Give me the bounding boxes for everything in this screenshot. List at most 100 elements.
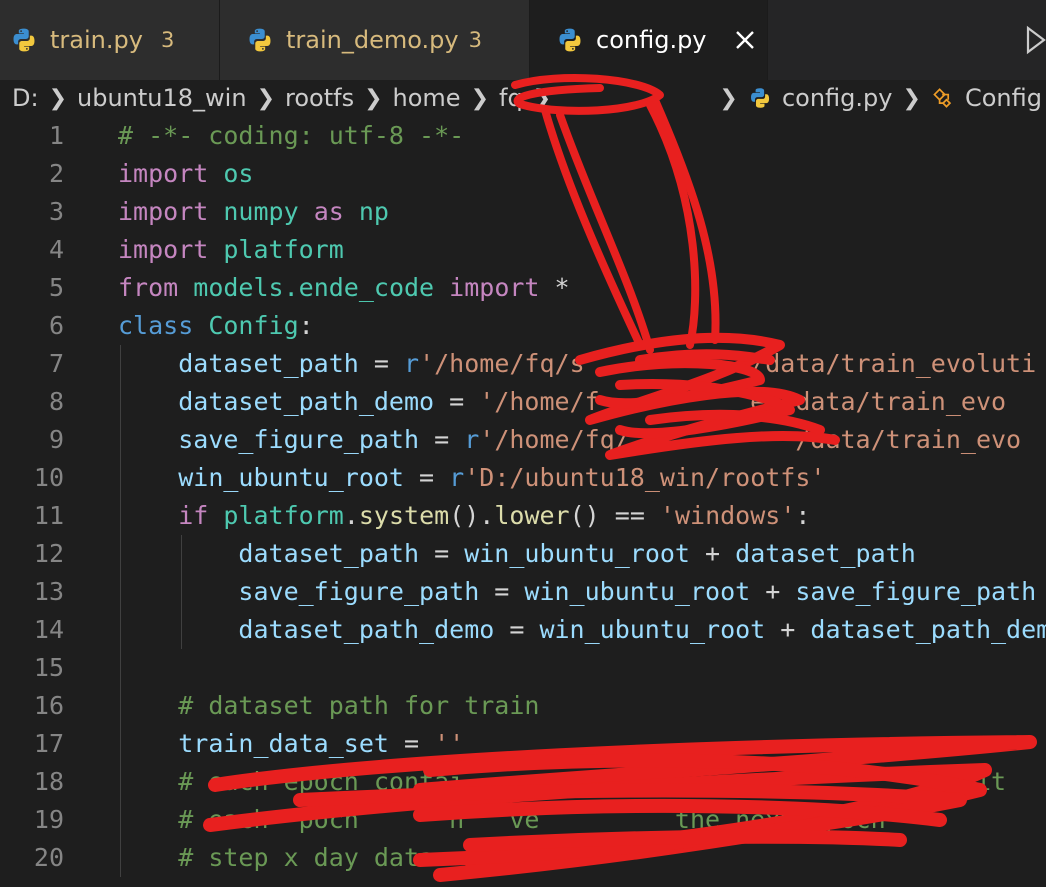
line-number: 9 bbox=[48, 425, 64, 454]
line-number: 2 bbox=[48, 159, 64, 188]
code-token: = bbox=[388, 729, 435, 758]
code-token: dataset_path_demo bbox=[810, 615, 1046, 644]
tab-config-py[interactable]: config.py bbox=[530, 0, 768, 80]
tab-train-py[interactable]: train.py 3 bbox=[0, 0, 220, 80]
code-line[interactable]: 3 import numpy as np bbox=[0, 193, 1046, 231]
code-line[interactable]: 12 dataset_path = win_ubuntu_root + data… bbox=[0, 535, 1046, 573]
code-token: dataset_path bbox=[178, 349, 359, 378]
code-editor[interactable]: 1 # -*- coding: utf-8 -*- 2 import os 3 impor… bbox=[0, 117, 1046, 887]
code-line[interactable]: 20 # step x day data bbox=[0, 839, 1046, 877]
code-text: # each epoch contai fit bbox=[118, 763, 1006, 801]
code-token: save_figure_path bbox=[178, 425, 420, 454]
code-text: # step x day data bbox=[118, 839, 434, 877]
code-token: lower bbox=[494, 501, 570, 530]
code-line[interactable]: 6 class Config: bbox=[0, 307, 1046, 345]
breadcrumb-file[interactable]: config.py bbox=[778, 84, 897, 112]
code-token: : bbox=[795, 501, 811, 530]
breadcrumb-item[interactable]: rootfs bbox=[281, 84, 358, 112]
code-token: dataset_path_demo bbox=[178, 387, 435, 416]
code-line[interactable]: 4 import platform bbox=[0, 231, 1046, 269]
code-token: import bbox=[118, 235, 209, 264]
code-text: save_figure_path = win_ubuntu_root + sav… bbox=[118, 573, 1036, 611]
run-icon[interactable] bbox=[1010, 24, 1046, 56]
code-line[interactable]: 10 win_ubuntu_root = r'D:/ubuntu18_win/r… bbox=[0, 459, 1046, 497]
code-token: import bbox=[118, 197, 209, 226]
code-token: os bbox=[223, 159, 254, 188]
code-token: from bbox=[118, 273, 179, 302]
code-token: dataset_path bbox=[238, 539, 420, 568]
chevron-right-icon: ❯ bbox=[364, 85, 383, 111]
code-token: # -*- coding: utf-8 -*- bbox=[118, 121, 465, 150]
code-line[interactable]: 14 dataset_path_demo = win_ubuntu_root +… bbox=[0, 611, 1046, 649]
breadcrumb-item[interactable]: fq bbox=[495, 84, 527, 112]
code-line[interactable]: 16 # dataset path for train bbox=[0, 687, 1046, 725]
code-token: if bbox=[178, 501, 209, 530]
code-line[interactable]: 8 dataset_path_demo = '/home/f er/data/t… bbox=[0, 383, 1046, 421]
python-icon bbox=[249, 28, 271, 52]
code-line[interactable]: 13 save_figure_path = win_ubuntu_root + … bbox=[0, 573, 1046, 611]
code-text: from models.ende_code import * bbox=[118, 269, 570, 307]
chevron-right-icon: ❯ bbox=[532, 85, 552, 111]
code-token: 'windows' bbox=[659, 501, 796, 530]
code-token: () == bbox=[569, 501, 660, 530]
code-line[interactable]: 11 if platform.system().lower() == 'wind… bbox=[0, 497, 1046, 535]
code-token: win_ubuntu_root bbox=[524, 577, 751, 606]
code-text: dataset_path_demo = '/home/f er/data/tra… bbox=[118, 383, 1006, 421]
line-number: 3 bbox=[48, 197, 64, 226]
problem-count-badge: 3 bbox=[160, 28, 175, 52]
code-token: * bbox=[539, 273, 570, 302]
breadcrumb-item[interactable]: home bbox=[389, 84, 465, 112]
code-line[interactable]: 1 # -*- coding: utf-8 -*- bbox=[0, 117, 1046, 155]
python-icon bbox=[750, 88, 769, 108]
line-number: 17 bbox=[33, 729, 64, 758]
chevron-right-icon: ❯ bbox=[48, 85, 68, 111]
code-line[interactable]: 9 save_figure_path = r'/home/fq/ /data/t… bbox=[0, 421, 1046, 459]
code-token: win_ubuntu_root bbox=[464, 539, 690, 568]
close-icon[interactable] bbox=[731, 26, 759, 54]
code-line[interactable]: 2 import os bbox=[0, 155, 1046, 193]
code-token: import bbox=[449, 273, 540, 302]
code-token: platform bbox=[223, 235, 344, 264]
line-number: 12 bbox=[33, 539, 64, 568]
line-number: 18 bbox=[33, 767, 64, 796]
code-line[interactable]: 15 bbox=[0, 649, 1046, 687]
breadcrumb-symbol[interactable]: Config bbox=[961, 84, 1046, 112]
code-token: '/home/fq/ /data/train_evo bbox=[479, 425, 1022, 454]
line-number: 11 bbox=[33, 501, 64, 530]
code-line[interactable]: 7 dataset_path = r'/home/fq/s c/data/tra… bbox=[0, 345, 1046, 383]
tab-bar: train.py 3 train_demo.py 3 config.py bbox=[0, 0, 1046, 80]
code-token: . bbox=[343, 501, 359, 530]
chevron-right-icon: ❯ bbox=[256, 85, 275, 111]
line-number: 20 bbox=[33, 843, 64, 872]
code-line[interactable]: 17 train_data_set = '' bbox=[0, 725, 1046, 763]
chevron-right-icon: ❯ bbox=[470, 85, 489, 111]
line-number: 15 bbox=[33, 653, 64, 682]
code-text: if platform.system().lower() == 'windows… bbox=[118, 497, 810, 535]
code-token: save_figure_path bbox=[238, 577, 480, 606]
python-icon bbox=[559, 28, 581, 52]
breadcrumb-item[interactable]: ubuntu18_win bbox=[73, 84, 251, 112]
code-line[interactable]: 18 # each epoch contai fit bbox=[0, 763, 1046, 801]
tab-label: config.py bbox=[596, 26, 707, 54]
line-number: 16 bbox=[33, 691, 64, 720]
code-token: '' bbox=[434, 729, 465, 758]
tab-train-demo-py[interactable]: train_demo.py 3 bbox=[220, 0, 530, 80]
code-line[interactable]: 19 # each poch n ve the next epoch bbox=[0, 801, 1046, 839]
breadcrumb-drive[interactable]: D: bbox=[0, 84, 43, 112]
code-token: win_ubuntu_root bbox=[539, 615, 766, 644]
code-text: class Config: bbox=[118, 307, 314, 345]
code-line[interactable]: 5 from models.ende_code import * bbox=[0, 269, 1046, 307]
code-text: # -*- coding: utf-8 -*- bbox=[118, 117, 464, 155]
code-token: r bbox=[464, 425, 480, 454]
